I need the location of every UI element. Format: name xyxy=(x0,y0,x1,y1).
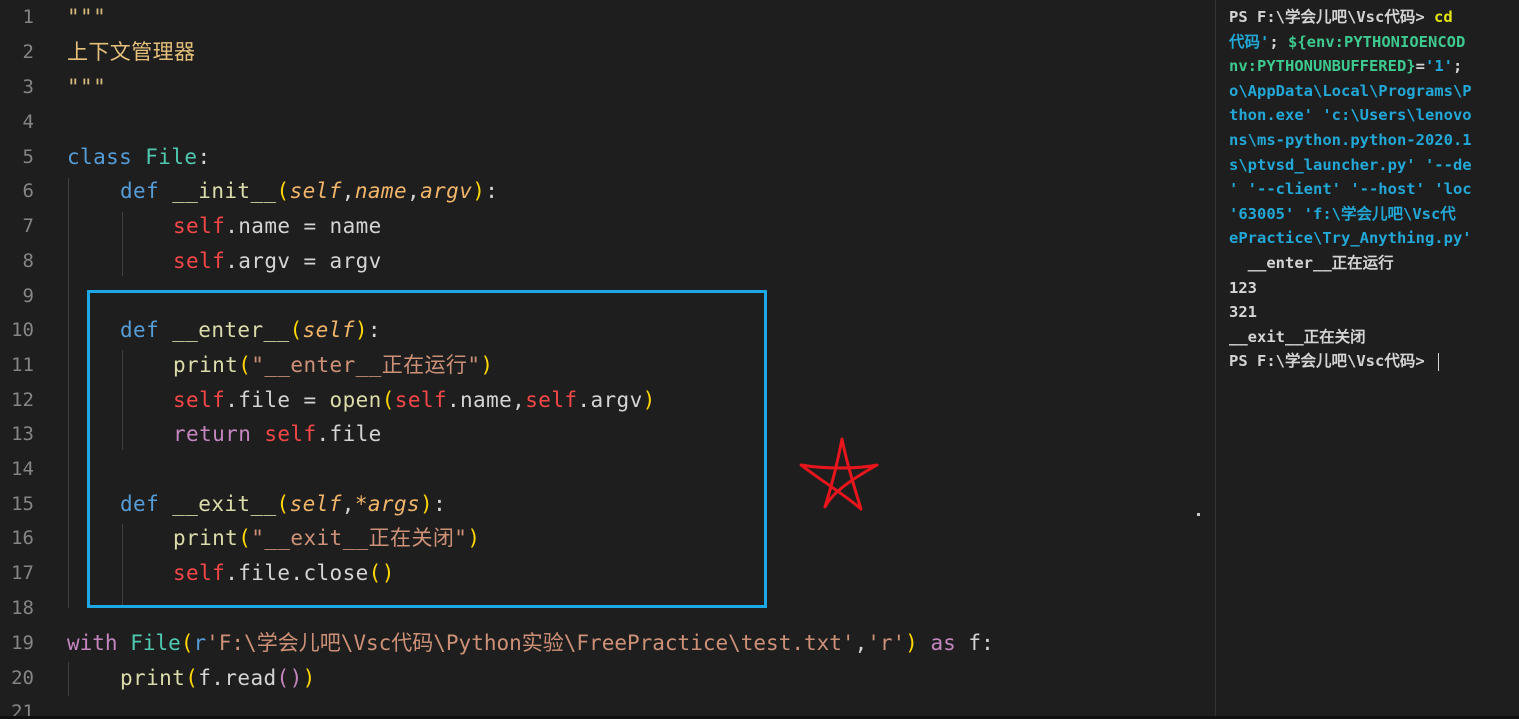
terminal-line: thon.exe' 'c:\Users\lenovo xyxy=(1229,106,1472,124)
code-line-8[interactable]: 8 self.argv = argv xyxy=(0,244,1200,278)
code-line-2[interactable]: 2 上下文管理器 xyxy=(0,35,1200,69)
highlight-box-annotation xyxy=(87,290,767,608)
line-number: 11 xyxy=(11,354,34,376)
terminal-line: o\AppData\Local\Programs\P xyxy=(1229,82,1472,100)
terminal-line: s\ptvsd_launcher.py' '--de xyxy=(1229,156,1472,174)
code-line-7[interactable]: 7 self.name = name xyxy=(0,209,1200,243)
line-number: 14 xyxy=(11,458,34,480)
line-number: 2 xyxy=(22,41,34,63)
terminal-line: '63005' 'f:\学会儿吧\Vsc代 xyxy=(1229,205,1456,223)
line-number: 20 xyxy=(11,667,34,689)
code-text: def __init__(self,name,argv): xyxy=(120,179,499,203)
docstring: 上下文管理器 xyxy=(67,40,196,64)
line-number: 4 xyxy=(22,111,34,133)
line-number: 5 xyxy=(22,146,34,168)
terminal-line: nv:PYTHONUNBUFFERED}='1'; xyxy=(1229,57,1463,75)
scrollbar-marker[interactable] xyxy=(1197,513,1200,516)
terminal-output-line: 321 xyxy=(1229,303,1257,321)
code-text: print(f.read()) xyxy=(120,666,316,690)
code-line-6[interactable]: 6 def __init__(self,name,argv): xyxy=(0,174,1200,208)
terminal-cursor xyxy=(1437,352,1439,371)
line-number: 1 xyxy=(22,6,34,28)
star-icon xyxy=(799,437,879,511)
line-number: 7 xyxy=(22,215,34,237)
terminal-prompt[interactable]: PS F:\学会儿吧\Vsc代码> xyxy=(1229,349,1439,374)
line-number: 10 xyxy=(11,319,34,341)
docstring: """ xyxy=(67,75,107,99)
docstring: """ xyxy=(67,5,107,29)
line-number: 13 xyxy=(11,423,34,445)
code-line-1[interactable]: 1 """ xyxy=(0,0,1200,34)
line-number: 19 xyxy=(11,632,34,654)
terminal-output-line: 123 xyxy=(1229,279,1257,297)
terminal-output-line: __enter__正在运行 xyxy=(1229,254,1394,272)
code-text: with File(r'F:\学会儿吧\Vsc代码\Python实验\FreeP… xyxy=(67,631,994,655)
code-line-4[interactable]: 4 xyxy=(0,105,1200,139)
code-editor[interactable]: 1 """ 2 上下文管理器 3 """ 4 5 class File: 6 def __… xyxy=(0,0,1200,719)
line-number: 16 xyxy=(11,527,34,549)
terminal-line: ePractice\Try_Anything.py' xyxy=(1229,229,1472,247)
code-line-3[interactable]: 3 """ xyxy=(0,70,1200,104)
terminal-line: ns\ms-python.python-2020.1 xyxy=(1229,131,1472,149)
code-line-20[interactable]: 20 print(f.read()) xyxy=(0,661,1200,695)
line-number: 18 xyxy=(11,597,34,619)
line-number: 15 xyxy=(11,493,34,515)
terminal-panel[interactable]: PS F:\学会儿吧\Vsc代码> cd 代码'; ${env:PYTHONIO… xyxy=(1216,0,1519,719)
terminal-line: PS F:\学会儿吧\Vsc代码> cd xyxy=(1229,8,1453,26)
code-text: self.name = name xyxy=(173,214,382,238)
code-text: self.argv = argv xyxy=(173,249,382,273)
code-line-19[interactable]: 19 with File(r'F:\学会儿吧\Vsc代码\Python实验\Fre… xyxy=(0,626,1200,660)
line-number: 17 xyxy=(11,562,34,584)
line-number: 9 xyxy=(22,285,34,307)
line-number: 3 xyxy=(22,76,34,98)
terminal-line: ' '--client' '--host' 'loc xyxy=(1229,180,1472,198)
line-number: 8 xyxy=(22,250,34,272)
line-number: 12 xyxy=(11,389,34,411)
code-text: class File: xyxy=(67,145,211,169)
terminal-output-line: __exit__正在关闭 xyxy=(1229,328,1366,346)
terminal-line: 代码'; ${env:PYTHONIOENCOD xyxy=(1229,33,1466,51)
line-number: 6 xyxy=(22,180,34,202)
code-line-5[interactable]: 5 class File: xyxy=(0,140,1200,174)
